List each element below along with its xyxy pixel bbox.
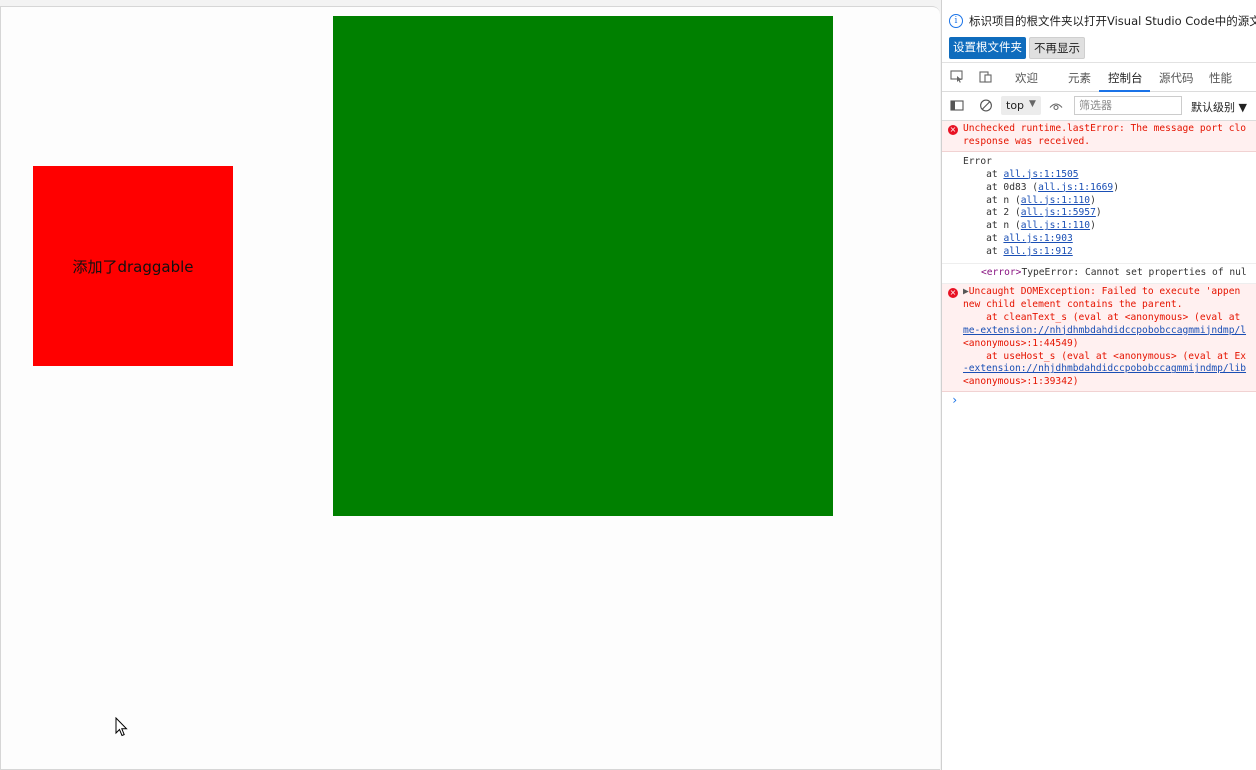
source-link[interactable]: all.js:1:110 <box>1021 220 1090 231</box>
filter-input[interactable] <box>1074 96 1182 115</box>
error-message-line: Uncaught DOMException: Failed to execute… <box>968 285 1241 297</box>
error-icon: × <box>948 287 958 298</box>
error-message-line: new child element contains the parent. <box>963 298 1183 310</box>
stack-trace: at all.js:1:1505 at 0d83 (all.js:1:1669)… <box>963 169 1256 259</box>
stack-frame-prefix: at 2 ( <box>963 207 1021 219</box>
source-link[interactable]: all.js:1:110 <box>1021 195 1090 206</box>
stack-frame-suffix: ) <box>1090 194 1096 206</box>
stack-frame: at 2 (all.js:1:5957) <box>963 207 1256 220</box>
source-link[interactable]: all.js:1:1505 <box>1003 169 1078 180</box>
tab-performance[interactable]: 性能 <box>1209 70 1232 86</box>
source-link[interactable]: all.js:1:912 <box>1003 246 1072 257</box>
set-root-folder-button[interactable]: 设置根文件夹 <box>949 37 1026 59</box>
page-viewport: 添加了draggable <box>0 6 940 770</box>
console-log-entry: <error>TypeError: Cannot set properties … <box>942 264 1256 284</box>
clear-console-icon[interactable] <box>979 99 993 112</box>
prompt-chevron-icon: › <box>951 393 959 408</box>
infobar-message: 标识项目的根文件夹以打开Visual Studio Code中的源文件并 <box>969 14 1256 28</box>
context-selector[interactable]: top ▼ <box>1001 96 1041 115</box>
devtools-infobar: i 标识项目的根文件夹以打开Visual Studio Code中的源文件并 设… <box>942 0 1256 63</box>
source-link[interactable]: -extension://nhjdhmbdahdidccpobobccagmmi… <box>963 363 1256 376</box>
stack-frame-prefix: at n ( <box>963 194 1021 206</box>
context-value: top <box>1006 99 1025 112</box>
stack-frame: at all.js:1:903 <box>963 233 1256 246</box>
tab-console[interactable]: 控制台 <box>1108 70 1143 86</box>
stack-frame-prefix: at <box>963 246 1004 258</box>
inspect-element-icon[interactable] <box>950 70 964 83</box>
error-tag: <error> <box>981 267 1022 279</box>
stack-frame: at 0d83 (all.js:1:1669) <box>963 182 1256 195</box>
tab-elements[interactable]: 元素 <box>1068 70 1091 86</box>
log-levels-dropdown[interactable]: 默认级别 ▼ <box>1191 99 1247 115</box>
info-icon: i <box>949 14 963 28</box>
stack-frame-suffix: ) <box>1095 207 1102 219</box>
console-toolbar: top ▼ 默认级别 ▼ <box>942 92 1256 121</box>
source-link[interactable]: me-extension://nhjdhmbdahdidccpobobccagm… <box>963 325 1256 338</box>
source-link[interactable]: all.js:1:5957 <box>1021 207 1096 218</box>
stack-frame-suffix: ) <box>1090 220 1096 232</box>
error-label: Error <box>963 155 992 167</box>
error-icon: × <box>948 125 958 135</box>
console-error-entry: × ▶Uncaught DOMException: Failed to exec… <box>942 283 1256 393</box>
red-box-label: 添加了draggable <box>72 257 194 276</box>
sidebar-toggle-icon[interactable] <box>950 99 964 112</box>
error-message-line: at cleanText_s (eval at <anonymous> (eva… <box>963 311 1241 323</box>
dont-show-again-button[interactable]: 不再显示 <box>1029 37 1085 59</box>
error-message-line: <anonymous>:1:44549) <box>963 337 1079 349</box>
stack-frame: at n (all.js:1:110) <box>963 195 1256 208</box>
mouse-cursor-icon <box>115 717 128 737</box>
type-error-text: TypeError: Cannot set properties of nul <box>1021 267 1247 279</box>
stack-frame-prefix: at n ( <box>963 220 1021 232</box>
stack-frame-prefix: at <box>963 168 1004 180</box>
stack-frame: at all.js:1:1505 <box>963 169 1256 182</box>
console-prompt-row[interactable]: › <box>942 392 1256 410</box>
stack-frame: at n (all.js:1:110) <box>963 220 1256 233</box>
devtools-panel: i 标识项目的根文件夹以打开Visual Studio Code中的源文件并 设… <box>941 0 1256 770</box>
console-error-entry: × Unchecked runtime.lastError: The messa… <box>942 121 1256 152</box>
tab-sources[interactable]: 源代码 <box>1159 70 1194 86</box>
chevron-down-icon: ▼ <box>1029 99 1036 109</box>
device-emulation-icon[interactable] <box>979 70 993 83</box>
source-link[interactable]: all.js:1:903 <box>1003 233 1072 244</box>
console-log-entry: Error at all.js:1:1505 at 0d83 (all.js:1… <box>942 151 1256 265</box>
error-message-line: at useHost_s (eval at <anonymous> (eval … <box>963 350 1247 362</box>
chevron-down-icon: ▼ <box>1238 101 1247 114</box>
stack-frame: at all.js:1:912 <box>963 246 1256 259</box>
tab-welcome[interactable]: 欢迎 <box>1015 70 1038 86</box>
eye-icon[interactable] <box>1049 100 1063 113</box>
error-message-line: <anonymous>:1:39342) <box>963 376 1079 388</box>
green-drop-target[interactable] <box>333 16 833 516</box>
devtools-tabs: 欢迎 元素 控制台 源代码 性能 <box>942 63 1256 92</box>
stack-frame-prefix: at <box>963 233 1004 245</box>
console-log: × Unchecked runtime.lastError: The messa… <box>942 121 1256 410</box>
red-draggable-box[interactable]: 添加了draggable <box>33 166 233 366</box>
log-levels-label: 默认级别 <box>1191 101 1235 114</box>
stack-frame-prefix: at 0d83 ( <box>963 181 1039 193</box>
stack-frame-suffix: ) <box>1113 181 1119 193</box>
error-message-line: response was received. <box>963 135 1091 147</box>
error-message-line: Unchecked runtime.lastError: The message… <box>963 123 1247 134</box>
source-link[interactable]: all.js:1:1669 <box>1038 182 1113 193</box>
